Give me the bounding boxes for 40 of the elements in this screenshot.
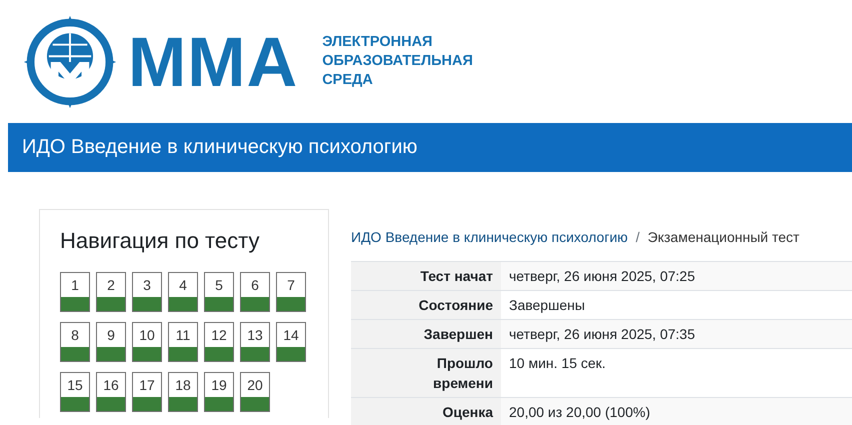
logo-subtitle: ЭЛЕКТРОННАЯ — [322, 33, 434, 52]
summary-label: Тест начат — [419, 267, 493, 286]
question-button[interactable]: 4 — [168, 272, 198, 312]
summary-label: Состояние — [418, 296, 493, 315]
question-button[interactable]: 6 — [240, 272, 270, 312]
question-button[interactable]: 18 — [168, 372, 198, 412]
breadcrumb-current: Экзаменационный тест — [648, 228, 800, 244]
question-button[interactable]: 1 — [60, 272, 90, 312]
logo-subtitle: СРЕДА — [322, 71, 374, 90]
logo-subtitle: ОБРАЗОВАТЕЛЬНАЯ — [322, 52, 473, 71]
summary-value: четверг, 26 июня 2025, 07:25 — [509, 268, 695, 284]
question-button[interactable]: 13 — [240, 322, 270, 362]
navigation-title: Навигация по тесту — [60, 228, 260, 254]
summary-value: четверг, 26 июня 2025, 07:35 — [509, 326, 695, 342]
summary-label: Прошло времени — [432, 354, 493, 393]
question-button[interactable]: 20 — [240, 372, 270, 412]
logo-wordmark: ММА — [128, 26, 298, 96]
question-button[interactable]: 2 — [96, 272, 126, 312]
question-button[interactable]: 14 — [276, 322, 306, 362]
summary-label: Оценка — [441, 403, 493, 422]
question-button[interactable]: 17 — [132, 372, 162, 412]
question-button[interactable]: 5 — [204, 272, 234, 312]
question-button[interactable]: 8 — [60, 322, 90, 362]
logo-emblem-icon — [22, 14, 118, 110]
course-title: ИДО Введение в клиническую психологию — [22, 136, 418, 159]
question-button[interactable]: 3 — [132, 272, 162, 312]
summary-value: 10 мин. 15 сек. — [509, 355, 606, 371]
question-button[interactable]: 10 — [132, 322, 162, 362]
question-button[interactable]: 19 — [204, 372, 234, 412]
breadcrumb-separator: / — [636, 228, 640, 244]
summary-label: Завершен — [422, 325, 493, 344]
question-button[interactable]: 15 — [60, 372, 90, 412]
summary-value: 20,00 из 20,00 (100%) — [509, 404, 650, 420]
breadcrumb-link[interactable]: ИДО Введение в клиническую психологию — [351, 228, 628, 244]
question-button[interactable]: 11 — [168, 322, 198, 362]
question-button[interactable]: 9 — [96, 322, 126, 362]
question-button[interactable]: 16 — [96, 372, 126, 412]
question-button[interactable]: 7 — [276, 272, 306, 312]
summary-value: Завершены — [509, 297, 585, 313]
question-button[interactable]: 12 — [204, 322, 234, 362]
